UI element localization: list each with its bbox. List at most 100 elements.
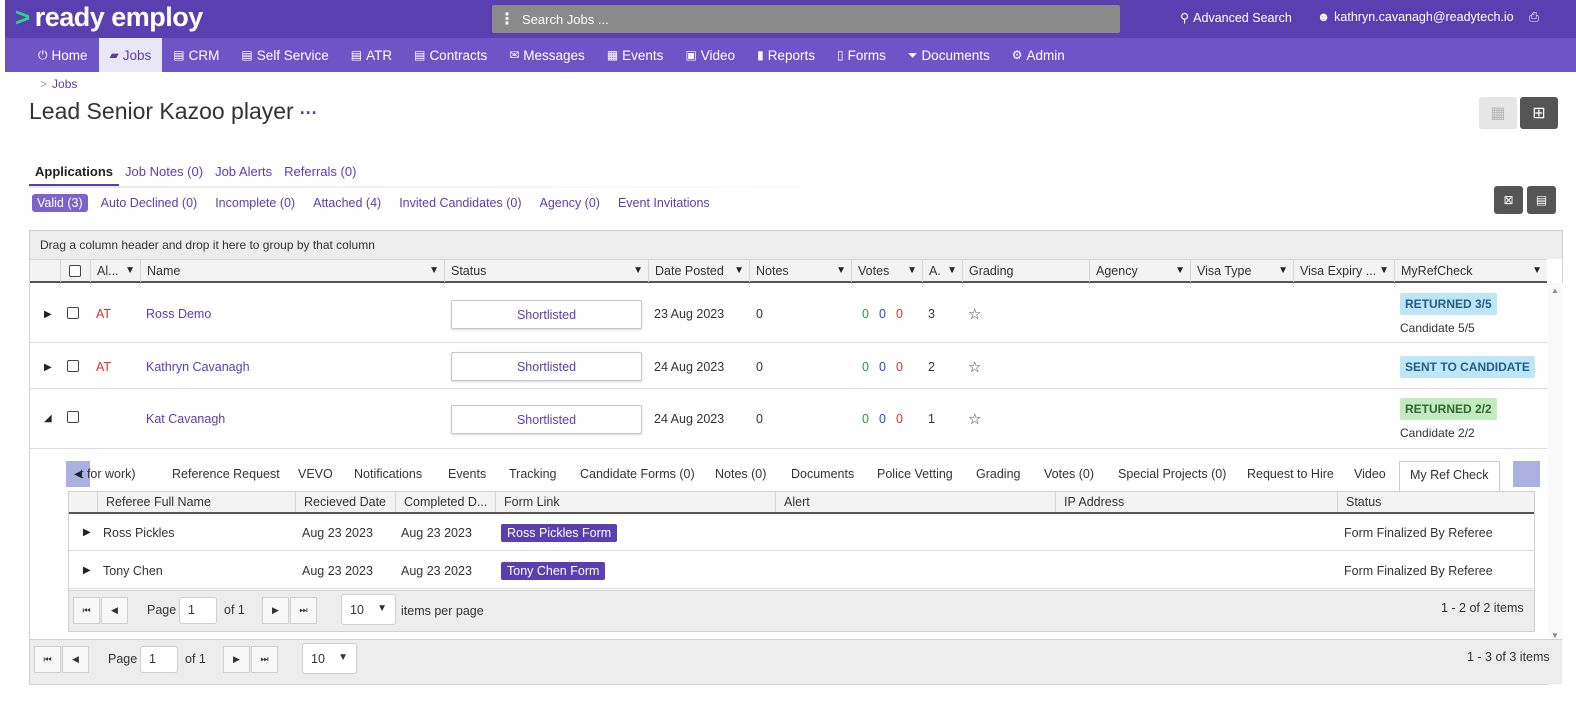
row-checkbox[interactable] [67, 411, 79, 423]
header-date-posted[interactable]: Date Posted ▼ [648, 260, 749, 282]
page-size-select[interactable]: 10 ▼ [302, 643, 357, 674]
nav-item-contracts[interactable]: ▤ Contracts [403, 38, 498, 72]
filter-icon[interactable]: ▼ [836, 265, 846, 276]
search-menu-icon[interactable]: ⋮ [492, 9, 522, 29]
detail-tab-reference-request[interactable]: Reference Request [172, 467, 280, 481]
nav-item-jobs[interactable]: ▰ Jobs [98, 38, 163, 72]
expand-row-icon[interactable]: ▶ [44, 309, 52, 320]
header-ref-status[interactable]: Status [1337, 492, 1534, 512]
collapse-row-icon[interactable]: ◢ [44, 413, 52, 424]
header-notes[interactable]: Notes ▼ [749, 260, 851, 282]
page-size-select[interactable]: 10 ▼ [341, 594, 396, 625]
filter-icon[interactable]: ▼ [1278, 265, 1288, 276]
filter-icon[interactable]: ▼ [1379, 265, 1389, 276]
export-excel-button[interactable]: ⊠ [1494, 186, 1523, 214]
detail-tab-candidate-forms[interactable]: Candidate Forms (0) [580, 467, 695, 481]
detail-tab-request-to-hire[interactable]: Request to Hire [1247, 467, 1334, 481]
star-icon[interactable]: ☆ [968, 305, 981, 323]
status-dropdown[interactable]: Shortlisted [451, 300, 642, 329]
filter-invited-candidates[interactable]: Invited Candidates (0) [394, 194, 526, 212]
table-row[interactable]: ▶ AT Kathryn Cavanagh Shortlisted 24 Aug… [30, 343, 1547, 389]
page-number-input[interactable]: 1 [179, 597, 217, 624]
form-link-button[interactable]: Ross Pickles Form [501, 524, 618, 542]
first-page-button[interactable]: ⏮ [34, 646, 61, 673]
row-checkbox[interactable] [67, 307, 79, 319]
detail-tab-police-vetting[interactable]: Police Vetting [877, 467, 953, 481]
star-icon[interactable]: ☆ [968, 358, 981, 376]
next-page-button[interactable]: ▶ [262, 597, 289, 624]
header-alert[interactable]: Alert [775, 492, 1055, 512]
detail-tab-notifications[interactable]: Notifications [354, 467, 422, 481]
star-icon[interactable]: ☆ [968, 410, 981, 428]
nav-item-crm[interactable]: ▤ CRM [162, 38, 230, 72]
table-row[interactable]: ▶ Tony Chen Aug 23 2023 Aug 23 2023 Tony… [69, 552, 1534, 589]
tab-applications[interactable]: Applications [29, 158, 120, 186]
detail-tab-video[interactable]: Video [1354, 467, 1386, 481]
detail-tab-special-projects[interactable]: Special Projects (0) [1118, 467, 1226, 481]
header-completed-date[interactable]: Completed D... [395, 492, 495, 512]
tab-referrals[interactable]: Referrals (0) [278, 158, 362, 186]
filter-icon[interactable]: ▼ [125, 265, 135, 276]
filter-event-invitations[interactable]: Event Invitations [613, 194, 715, 212]
header-myrefcheck[interactable]: MyRefCheck ▼ [1394, 260, 1547, 282]
expand-row-icon[interactable]: ▶ [44, 362, 52, 373]
nav-item-self-service[interactable]: ▤ Self Service [230, 38, 339, 72]
tabs-scroll-right-button[interactable] [1513, 461, 1540, 487]
detail-tab-votes[interactable]: Votes (0) [1044, 467, 1094, 481]
detail-tab-documents[interactable]: Documents [791, 467, 854, 481]
candidate-name-link[interactable]: Kathryn Cavanagh [146, 360, 250, 374]
nav-item-forms[interactable]: ▯ Forms [826, 38, 897, 72]
detail-tab-tracking[interactable]: Tracking [509, 467, 556, 481]
nav-item-messages[interactable]: ✉ Messages [498, 38, 596, 72]
table-row[interactable]: ▶ AT Ross Demo Shortlisted 23 Aug 2023 0… [30, 284, 1547, 343]
group-drop-zone[interactable]: Drag a column header and drop it here to… [30, 231, 1562, 259]
filter-icon[interactable]: ▼ [1175, 265, 1185, 276]
breadcrumb-jobs-link[interactable]: Jobs [52, 77, 77, 91]
more-options-icon[interactable]: ··· [300, 103, 318, 123]
status-dropdown[interactable]: Shortlisted [451, 405, 642, 434]
expand-row-icon[interactable]: ▶ [83, 565, 91, 576]
nav-item-events[interactable]: ▦ Events [596, 38, 675, 72]
header-alert[interactable]: Al... ▼ [90, 260, 140, 282]
last-page-button[interactable]: ⏭ [290, 597, 317, 624]
prev-page-button[interactable]: ◀ [62, 646, 89, 673]
filter-attached[interactable]: Attached (4) [308, 194, 386, 212]
nav-item-video[interactable]: ▣ Video [674, 38, 746, 72]
header-name[interactable]: Name ▼ [140, 260, 444, 282]
filter-incomplete[interactable]: Incomplete (0) [210, 194, 300, 212]
filter-valid[interactable]: Valid (3) [32, 194, 88, 212]
nav-item-reports[interactable]: ▮ Reports [746, 38, 826, 72]
first-page-button[interactable]: ⏮ [73, 597, 100, 624]
prev-page-button[interactable]: ◀ [101, 597, 128, 624]
detail-tab-events[interactable]: Events [448, 467, 486, 481]
tile-view-button[interactable]: ⊞ [1520, 97, 1558, 129]
header-form-link[interactable]: Form Link [495, 492, 775, 512]
page-number-input[interactable]: 1 [140, 646, 178, 673]
print-button[interactable]: ⎙ [1529, 10, 1539, 25]
table-row[interactable]: ◢ Kat Cavanagh Shortlisted 24 Aug 2023 0… [30, 389, 1547, 449]
filter-icon[interactable]: ▼ [429, 265, 439, 276]
job-search-input[interactable] [522, 11, 1120, 27]
nav-item-admin[interactable]: ⚙ Admin [1001, 38, 1076, 72]
header-agency[interactable]: Agency ▼ [1089, 260, 1190, 282]
nav-item-home[interactable]: ⏻ Home [27, 38, 99, 72]
header-received-date[interactable]: Recieved Date [295, 492, 395, 512]
app-logo[interactable]: > ready employ [15, 2, 203, 33]
detail-tab-partial[interactable]: t for work) [80, 467, 136, 481]
filter-icon[interactable]: ▼ [1532, 265, 1542, 276]
last-page-button[interactable]: ⏭ [251, 646, 278, 673]
nav-item-atr[interactable]: ▤ ATR [340, 38, 403, 72]
status-dropdown[interactable]: Shortlisted [451, 352, 642, 381]
candidate-name-link[interactable]: Ross Demo [146, 307, 211, 321]
header-referee-name[interactable]: Referee Full Name [97, 492, 295, 512]
detail-tab-vevo[interactable]: VEVO [298, 467, 333, 481]
filter-icon[interactable]: ▼ [947, 265, 957, 276]
header-status[interactable]: Status ▼ [444, 260, 648, 282]
detail-tab-my-ref-check[interactable]: My Ref Check [1399, 461, 1500, 493]
next-page-button[interactable]: ▶ [223, 646, 250, 673]
list-view-button[interactable]: ▦ [1479, 97, 1517, 129]
filter-agency[interactable]: Agency (0) [535, 194, 605, 212]
export-pdf-button[interactable]: ▤ [1527, 186, 1556, 214]
select-all-checkbox[interactable] [69, 265, 81, 277]
header-visa-type[interactable]: Visa Type ▼ [1190, 260, 1293, 282]
